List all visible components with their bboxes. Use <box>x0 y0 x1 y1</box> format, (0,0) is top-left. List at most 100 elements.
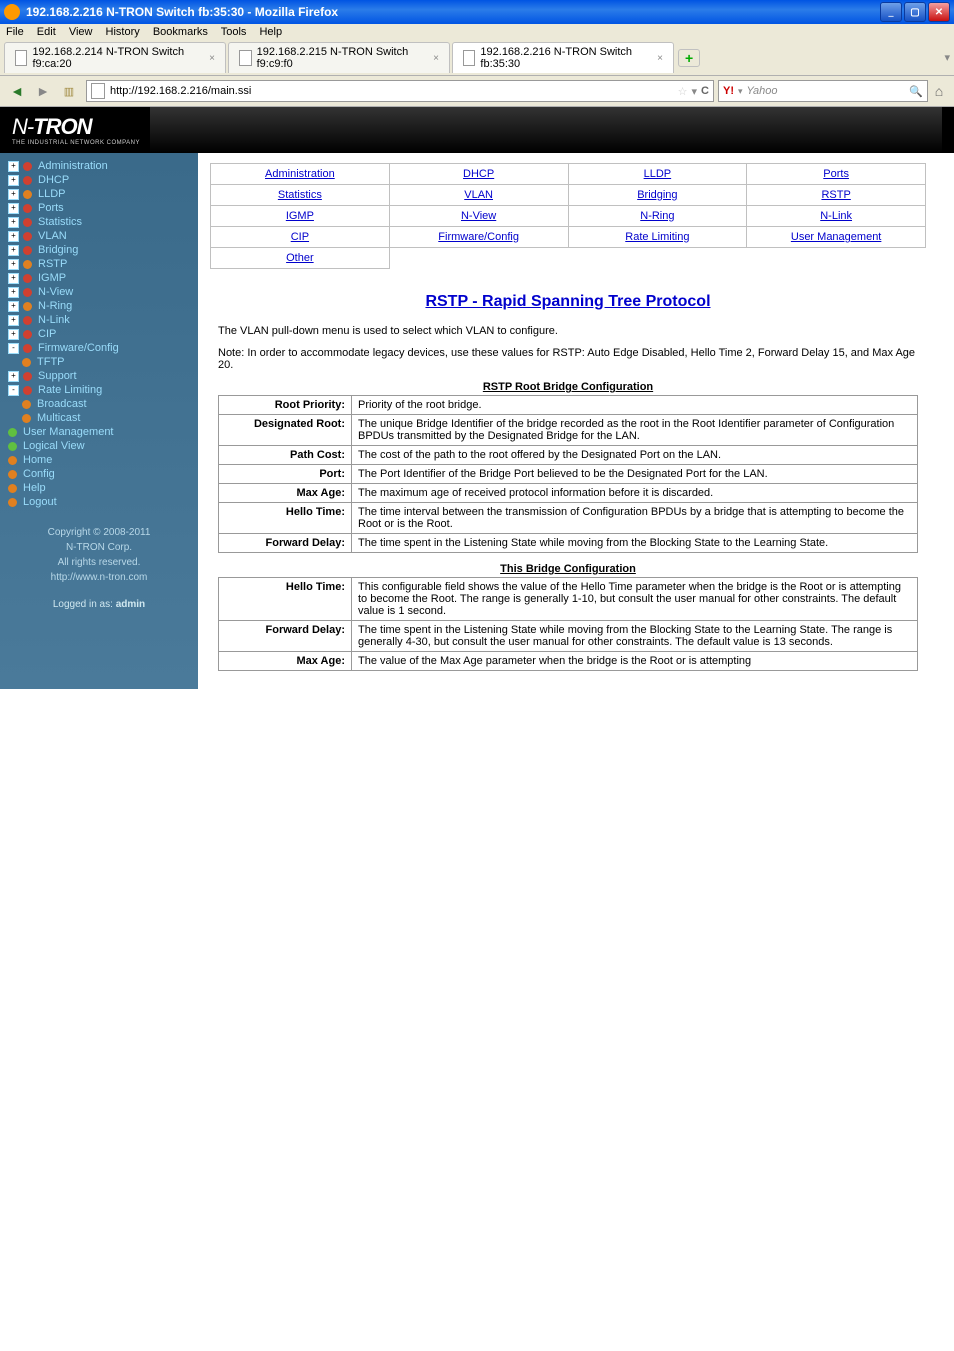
brand-logo: N-TRON <box>12 114 140 140</box>
sidebar-item-lldp[interactable]: +LLDP <box>0 187 198 201</box>
expand-icon[interactable]: + <box>8 161 19 172</box>
sidebar-item-bridging[interactable]: +Bridging <box>0 243 198 257</box>
expand-icon[interactable]: + <box>8 371 19 382</box>
minimize-button[interactable]: _ <box>880 2 902 22</box>
bookmark-star-icon[interactable]: ☆ <box>678 85 688 98</box>
login-status: Logged in as: admin <box>0 599 198 610</box>
home-button[interactable]: ⌂ <box>928 80 950 102</box>
brand-tagline: THE INDUSTRIAL NETWORK COMPANY <box>12 140 140 146</box>
root-config-table: Root Priority:Priority of the root bridg… <box>218 395 918 553</box>
reload-button[interactable]: C <box>701 85 709 97</box>
nav-cip[interactable]: CIP <box>291 231 309 243</box>
sidebar-item-igmp[interactable]: +IGMP <box>0 271 198 285</box>
nav-dhcp[interactable]: DHCP <box>463 168 494 180</box>
tab-list-button[interactable]: ▾ <box>944 51 950 64</box>
logo-bar: N-TRON THE INDUSTRIAL NETWORK COMPANY <box>0 107 954 153</box>
sidebar-footer: Copyright © 2008-2011 N-TRON Corp. All r… <box>0 525 198 585</box>
nav-bridging[interactable]: Bridging <box>637 189 677 201</box>
nav-nlink[interactable]: N-Link <box>820 210 852 222</box>
nav-vlan[interactable]: VLAN <box>464 189 493 201</box>
sidebar-item-broadcast[interactable]: Broadcast <box>0 397 198 411</box>
expand-icon[interactable]: + <box>8 203 19 214</box>
nav-statistics[interactable]: Statistics <box>278 189 322 201</box>
sidebar-item-firmware[interactable]: -Firmware/Config <box>0 341 198 355</box>
sidebar-item-config[interactable]: Config <box>0 467 198 481</box>
menu-view[interactable]: View <box>69 26 93 38</box>
expand-icon[interactable]: + <box>8 273 19 284</box>
intro-text: The VLAN pull-down menu is used to selec… <box>218 325 918 337</box>
sidebar-item-vlan[interactable]: +VLAN <box>0 229 198 243</box>
browser-tab[interactable]: 192.168.2.214 N-TRON Switch f9:ca:20× <box>4 42 226 73</box>
menu-bookmarks[interactable]: Bookmarks <box>153 26 208 38</box>
vendor-link[interactable]: http://www.n-tron.com <box>51 572 148 583</box>
url-bar[interactable]: http://192.168.2.216/main.ssi ☆ ▾ C <box>86 80 714 102</box>
nav-ports[interactable]: Ports <box>823 168 849 180</box>
sidebar-item-help[interactable]: Help <box>0 481 198 495</box>
sidebar-item-statistics[interactable]: +Statistics <box>0 215 198 229</box>
url-text: http://192.168.2.216/main.ssi <box>110 85 251 97</box>
expand-icon[interactable]: + <box>8 189 19 200</box>
search-placeholder: Yahoo <box>747 85 778 97</box>
expand-icon[interactable]: + <box>8 175 19 186</box>
page-icon <box>463 50 475 66</box>
back-button[interactable]: ◄ <box>4 80 30 102</box>
sidebar-item-ports[interactable]: +Ports <box>0 201 198 215</box>
sidebar-item-support[interactable]: +Support <box>0 369 198 383</box>
close-icon[interactable]: × <box>657 53 663 64</box>
expand-icon[interactable]: + <box>8 259 19 270</box>
new-tab-button[interactable]: + <box>678 49 700 67</box>
sidebar-item-administration[interactable]: +Administration <box>0 159 198 173</box>
maximize-button[interactable]: ▢ <box>904 2 926 22</box>
close-icon[interactable]: × <box>433 53 439 64</box>
expand-icon[interactable]: + <box>8 217 19 228</box>
browser-tab[interactable]: 192.168.2.215 N-TRON Switch f9:c9:f0× <box>228 42 450 73</box>
expand-icon[interactable]: + <box>8 329 19 340</box>
sidebar-item-usermgmt[interactable]: User Management <box>0 425 198 439</box>
navbar: ◄ ► ▥ http://192.168.2.216/main.ssi ☆ ▾ … <box>0 76 954 107</box>
sidebar-item-rate[interactable]: -Rate Limiting <box>0 383 198 397</box>
nav-rstp[interactable]: RSTP <box>821 189 850 201</box>
nav-lldp[interactable]: LLDP <box>644 168 672 180</box>
sidebar-item-nlink[interactable]: +N-Link <box>0 313 198 327</box>
expand-icon[interactable]: + <box>8 231 19 242</box>
menubar: File Edit View History Bookmarks Tools H… <box>0 24 954 40</box>
menu-history[interactable]: History <box>106 26 140 38</box>
titlebar[interactable]: 192.168.2.216 N-TRON Switch fb:35:30 - M… <box>0 0 954 24</box>
sidebar-item-rstp[interactable]: +RSTP <box>0 257 198 271</box>
expand-icon[interactable]: + <box>8 301 19 312</box>
recent-pages-button[interactable]: ▥ <box>56 80 82 102</box>
sidebar-item-nview[interactable]: +N-View <box>0 285 198 299</box>
page-icon <box>239 50 252 66</box>
nav-nview[interactable]: N-View <box>461 210 496 222</box>
collapse-icon[interactable]: - <box>8 343 19 354</box>
nav-other[interactable]: Other <box>286 252 314 264</box>
sidebar-item-cip[interactable]: +CIP <box>0 327 198 341</box>
close-icon[interactable]: × <box>209 53 215 64</box>
nav-rate[interactable]: Rate Limiting <box>625 231 689 243</box>
nav-nring[interactable]: N-Ring <box>640 210 674 222</box>
expand-icon[interactable]: + <box>8 245 19 256</box>
nav-administration[interactable]: Administration <box>265 168 335 180</box>
sidebar-item-tftp[interactable]: TFTP <box>0 355 198 369</box>
sidebar-item-logical[interactable]: Logical View <box>0 439 198 453</box>
search-icon[interactable]: 🔍 <box>909 85 923 98</box>
expand-icon[interactable]: + <box>8 287 19 298</box>
forward-button[interactable]: ► <box>30 80 56 102</box>
collapse-icon[interactable]: - <box>8 385 19 396</box>
search-bar[interactable]: Y!▾ Yahoo 🔍 <box>718 80 928 102</box>
menu-tools[interactable]: Tools <box>221 26 247 38</box>
menu-help[interactable]: Help <box>259 26 282 38</box>
browser-tab[interactable]: 192.168.2.216 N-TRON Switch fb:35:30× <box>452 42 674 73</box>
nav-igmp[interactable]: IGMP <box>286 210 314 222</box>
nav-usermgmt[interactable]: User Management <box>791 231 882 243</box>
expand-icon[interactable]: + <box>8 315 19 326</box>
sidebar-item-home[interactable]: Home <box>0 453 198 467</box>
sidebar-item-dhcp[interactable]: +DHCP <box>0 173 198 187</box>
sidebar-item-nring[interactable]: +N-Ring <box>0 299 198 313</box>
menu-edit[interactable]: Edit <box>37 26 56 38</box>
close-button[interactable]: ✕ <box>928 2 950 22</box>
nav-firmware[interactable]: Firmware/Config <box>438 231 519 243</box>
menu-file[interactable]: File <box>6 26 24 38</box>
sidebar-item-logout[interactable]: Logout <box>0 495 198 509</box>
sidebar-item-multicast[interactable]: Multicast <box>0 411 198 425</box>
